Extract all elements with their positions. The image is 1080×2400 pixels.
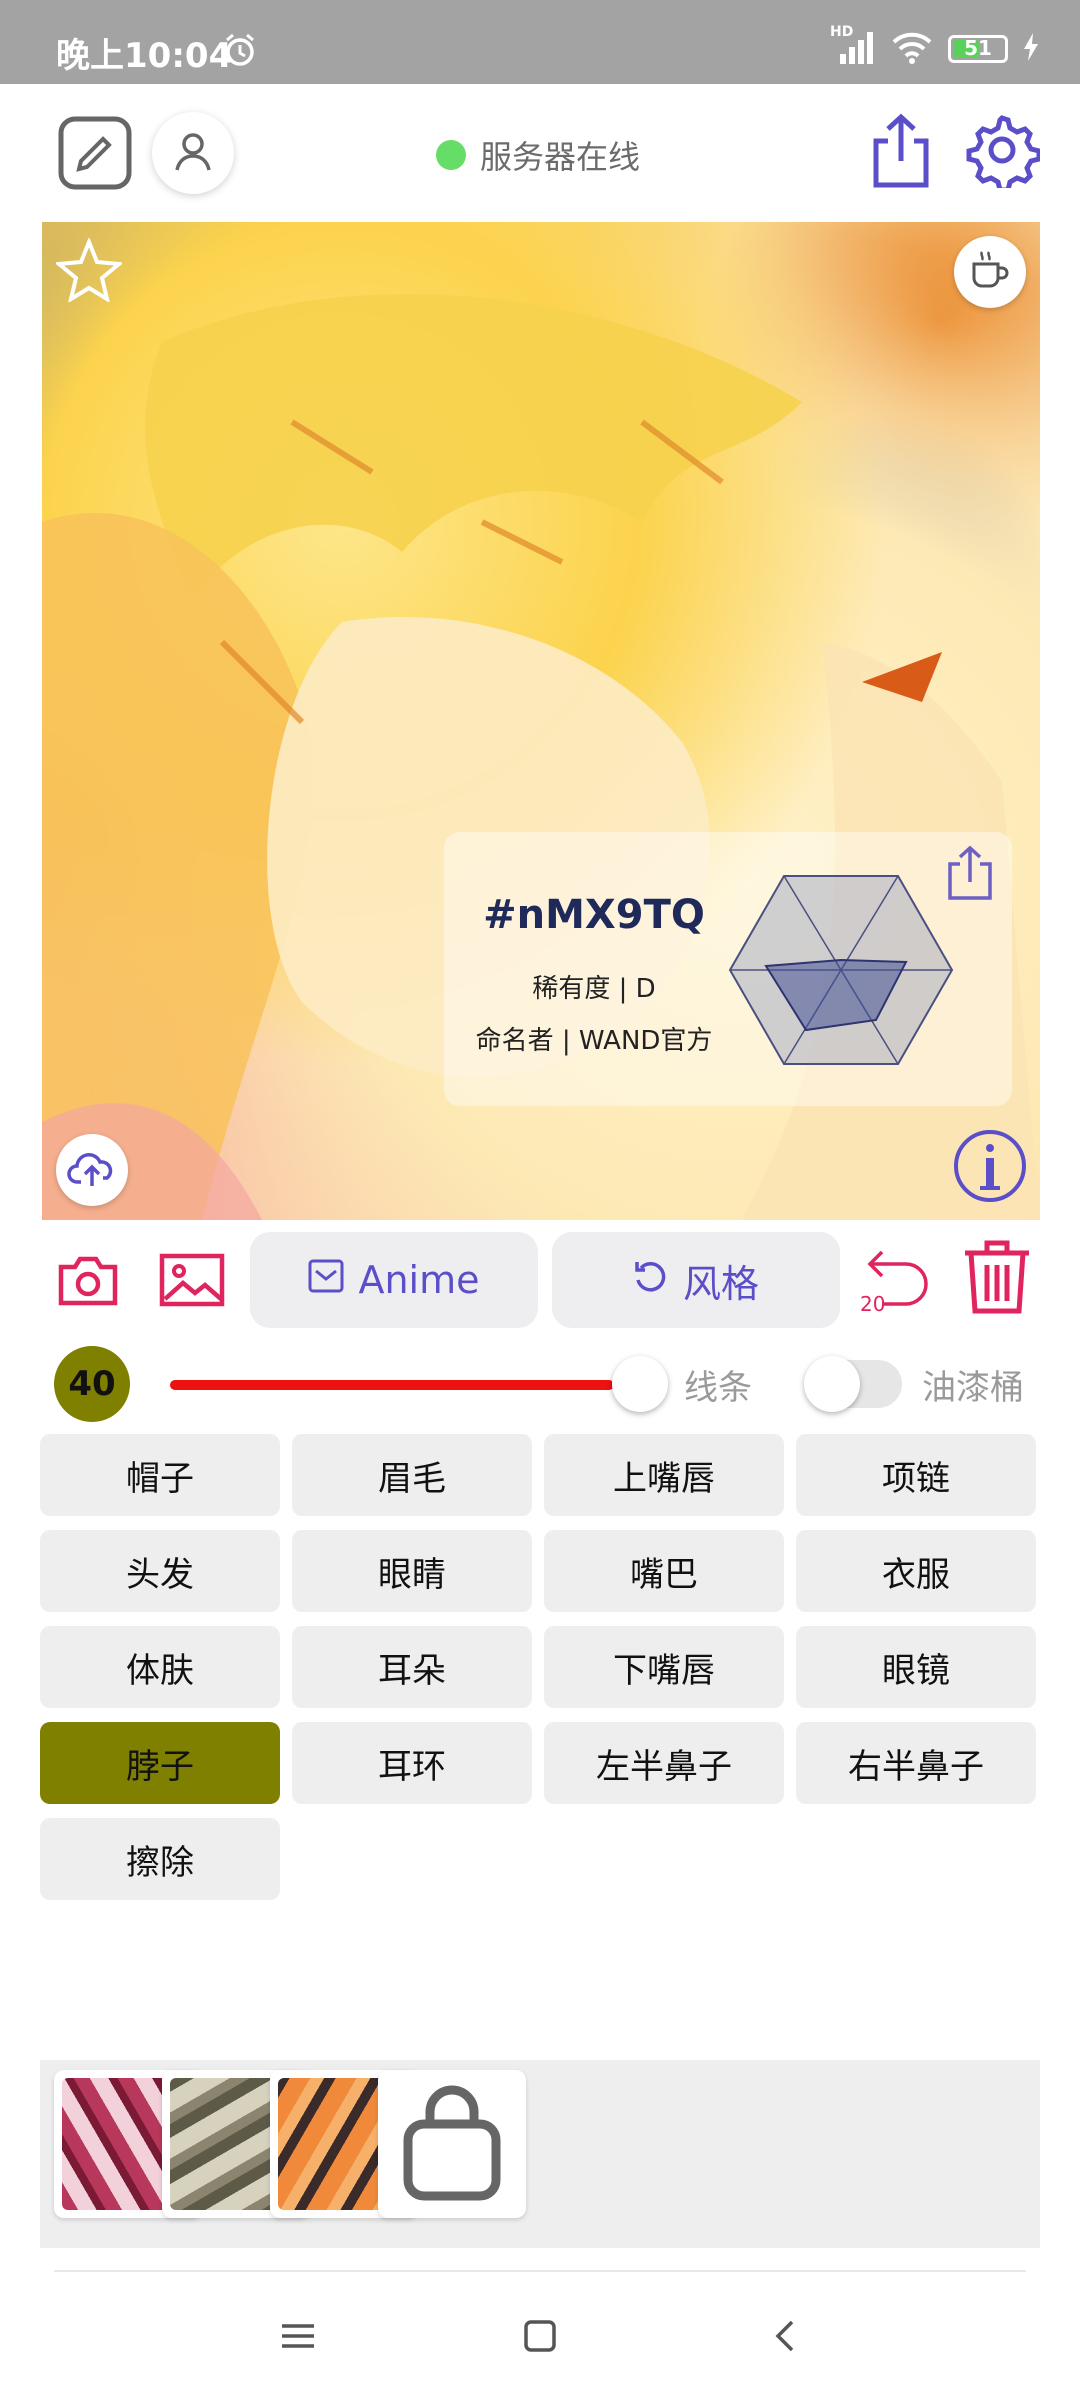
shopping-bag-icon [398, 2084, 506, 2208]
part-button[interactable]: 耳环 [292, 1722, 532, 1804]
part-button[interactable]: 右半鼻子 [796, 1722, 1036, 1804]
battery-icon: 51 [948, 35, 1008, 63]
alarm-icon [222, 32, 258, 72]
body-parts-grid: 帽子 眉毛 上嘴唇 项链头发 眼睛 嘴巴 衣服体肤 耳朵 下嘴唇 眼镜脖子 耳环 左半鼻子 右半鼻子擦除 [40, 1434, 1040, 1900]
part-button[interactable]: 项链 [796, 1434, 1036, 1516]
wifi-icon [890, 30, 934, 68]
part-button[interactable]: 头发 [40, 1530, 280, 1612]
network-type-label: HD [830, 24, 854, 40]
coffee-cup-icon [968, 248, 1012, 296]
user-icon [171, 129, 215, 177]
favorite-star-icon[interactable] [53, 236, 125, 306]
toggle-knob [804, 1356, 860, 1412]
undo-button[interactable]: 20 [858, 1242, 932, 1316]
shop-button[interactable] [378, 2070, 526, 2218]
mail-icon [308, 1258, 344, 1302]
brush-size-badge: 40 [54, 1346, 130, 1422]
rotate-icon [633, 1258, 669, 1303]
brush-size-slider-thumb[interactable] [612, 1356, 668, 1412]
brush-size-slider-track[interactable] [170, 1380, 614, 1390]
back-icon[interactable] [770, 2318, 800, 2358]
part-button[interactable]: 眉毛 [292, 1434, 532, 1516]
attribute-hexagon-chart [726, 870, 956, 1074]
artwork-canvas[interactable]: #nMX9TQ 稀有度 | D 命名者 | WAND官方 [42, 222, 1040, 1220]
part-button[interactable]: 左半鼻子 [544, 1722, 784, 1804]
part-button[interactable]: 帽子 [40, 1434, 280, 1516]
style-button[interactable]: 风格 [552, 1232, 840, 1328]
menu-icon[interactable] [280, 2318, 316, 2358]
part-button[interactable]: 上嘴唇 [544, 1434, 784, 1516]
status-bar: 晚上10:04 HD 51 [0, 0, 1080, 84]
artwork-code: #nMX9TQ [483, 892, 705, 938]
signal-icon: HD [830, 24, 876, 68]
profile-button[interactable] [152, 112, 234, 194]
paint-bucket-toggle[interactable] [804, 1356, 902, 1412]
part-button[interactable]: 脖子 [40, 1722, 280, 1804]
anime-mode-label: Anime [358, 1258, 480, 1302]
edit-toolbar: Anime 风格 20 [0, 1232, 1080, 1336]
artwork-rarity: 稀有度 | D [532, 974, 656, 1004]
server-status-label: 服务器在线 [480, 138, 641, 176]
charging-icon [1022, 32, 1040, 66]
system-nav-bar [0, 2290, 1080, 2400]
part-button[interactable]: 下嘴唇 [544, 1626, 784, 1708]
part-button[interactable]: 耳朵 [292, 1626, 532, 1708]
home-icon[interactable] [522, 2318, 558, 2358]
edit-icon[interactable] [56, 114, 134, 192]
brush-settings: 40 线条 油漆桶 [0, 1342, 1080, 1422]
trash-icon[interactable] [960, 1238, 1034, 1316]
part-button[interactable]: 眼镜 [796, 1626, 1036, 1708]
server-status-dot [436, 140, 466, 170]
style-thumbnail-strip [40, 2060, 1040, 2248]
artwork-info-card: #nMX9TQ 稀有度 | D 命名者 | WAND官方 [444, 832, 1012, 1106]
battery-level: 51 [964, 36, 992, 60]
cloud-upload-icon [67, 1148, 117, 1192]
top-bar: 服务器在线 [0, 84, 1080, 218]
part-button[interactable]: 衣服 [796, 1530, 1036, 1612]
paint-bucket-label: 油漆桶 [922, 1368, 1024, 1408]
gallery-image-icon[interactable] [158, 1252, 226, 1308]
coffee-button[interactable] [954, 236, 1026, 308]
style-label: 风格 [682, 1261, 759, 1306]
part-button[interactable]: 擦除 [40, 1818, 280, 1900]
settings-gear-icon[interactable] [964, 112, 1040, 188]
part-button[interactable]: 眼睛 [292, 1530, 532, 1612]
divider [54, 2270, 1026, 2272]
anime-mode-button[interactable]: Anime [250, 1232, 538, 1328]
status-time: 晚上10:04 [56, 36, 233, 76]
artwork-namer: 命名者 | WAND官方 [475, 1026, 713, 1056]
line-label: 线条 [684, 1368, 752, 1408]
undo-count: 20 [860, 1292, 886, 1316]
server-status: 服务器在线 [436, 132, 640, 178]
part-button[interactable]: 体肤 [40, 1626, 280, 1708]
info-icon[interactable] [952, 1128, 1028, 1208]
cloud-upload-button[interactable] [56, 1134, 128, 1206]
share-icon[interactable] [866, 112, 936, 190]
part-button[interactable]: 嘴巴 [544, 1530, 784, 1612]
camera-icon[interactable] [56, 1252, 120, 1308]
